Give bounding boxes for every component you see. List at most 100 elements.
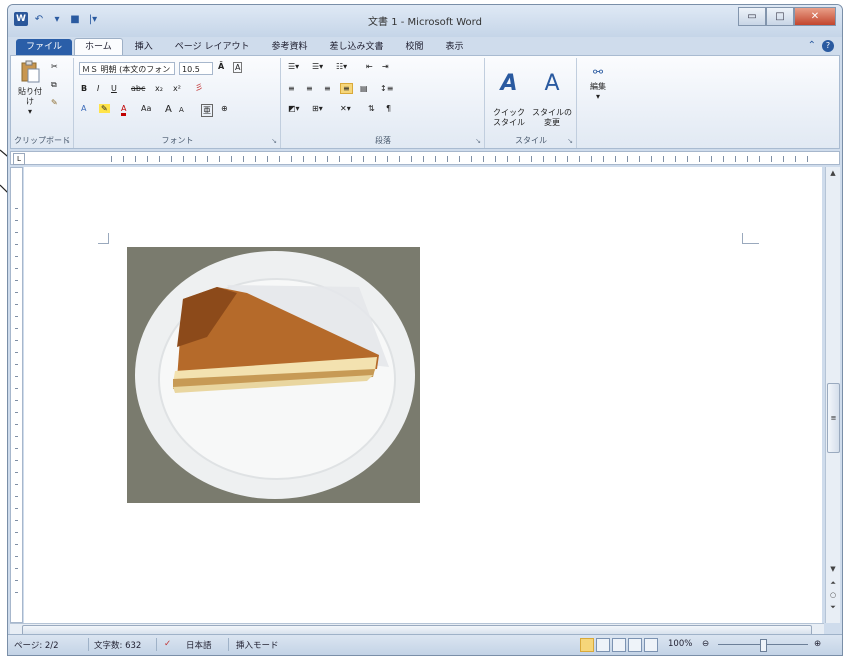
proofing-icon[interactable]: ✓	[164, 639, 171, 649]
prev-page-icon[interactable]: ⏶	[826, 579, 840, 588]
quick-styles-button[interactable]: A クイック スタイル	[488, 60, 530, 138]
quick-styles-icon: A	[500, 71, 518, 96]
scroll-up-icon[interactable]: ▲	[826, 169, 840, 177]
minimize-ribbon-icon[interactable]: ⌃	[808, 40, 816, 52]
font-name-combo[interactable]: ＭＳ 明朝 (本文のフォン	[79, 62, 175, 75]
copy-icon[interactable]: ⧉	[51, 80, 57, 90]
web-layout-view-icon[interactable]	[612, 638, 626, 652]
distribute-icon[interactable]: ▤	[360, 84, 368, 93]
vertical-scrollbar[interactable]: ▲ ≡ ▼ ⏶ ○ ⏷	[825, 167, 840, 623]
tab-file[interactable]: ファイル	[16, 39, 73, 55]
page-count[interactable]: ページ: 2/2	[14, 639, 59, 651]
word-count[interactable]: 文字数: 632	[94, 639, 141, 651]
styles-group-label: スタイル	[515, 136, 547, 145]
align-right-icon[interactable]: ≡	[324, 84, 331, 93]
minimize-button[interactable]: ▭	[738, 7, 766, 26]
vertical-scroll-thumb[interactable]: ≡	[827, 383, 840, 453]
zoom-level[interactable]: 100%	[668, 639, 692, 649]
ribbon: 貼り付け ▾ ✂ ⧉ ✎ クリップボード ↘ ＭＳ 明朝 (本文のフォン 10.…	[10, 55, 840, 149]
change-styles-button[interactable]: A スタイルの 変更	[530, 60, 574, 138]
ruler-ticks	[111, 156, 815, 162]
horizontal-ruler[interactable]: L	[10, 151, 840, 165]
ribbon-tabs: ファイル ホーム 挿入 ページ レイアウト 参考資料 差し込み文書 校閲 表示	[8, 37, 842, 55]
browse-object-icon[interactable]: ○	[826, 591, 840, 599]
borders-icon[interactable]: ⊞▾	[312, 104, 323, 113]
shrink-font-button[interactable]: A	[179, 106, 184, 114]
font-group-label: フォント	[161, 136, 194, 145]
cut-icon[interactable]: ✂	[51, 62, 58, 71]
help-icon[interactable]: ?	[822, 40, 834, 52]
align-center-icon[interactable]: ≡	[306, 84, 313, 93]
align-left-icon[interactable]: ≡	[288, 84, 295, 93]
line-spacing-icon[interactable]: ↕≡	[380, 84, 393, 93]
zoom-in-icon[interactable]: ⊕	[814, 639, 821, 649]
print-layout-view-icon[interactable]	[580, 638, 594, 652]
outline-view-icon[interactable]	[628, 638, 642, 652]
font-color-button[interactable]: A	[121, 104, 127, 116]
increase-indent-icon[interactable]: ⇥	[382, 62, 389, 71]
window-title: 文書 1 - Microsoft Word	[368, 17, 482, 28]
language-status[interactable]: 日本語	[186, 639, 212, 651]
bold-button[interactable]: B	[81, 84, 87, 93]
tab-review[interactable]: 校閲	[395, 39, 433, 55]
superscript-button[interactable]: x²	[173, 84, 181, 93]
sort-icon[interactable]: ⇅	[368, 104, 375, 113]
paste-button[interactable]: 貼り付け ▾	[15, 60, 45, 117]
status-separator	[156, 638, 157, 651]
text-effects-button[interactable]: A	[81, 104, 86, 113]
paragraph-launcher-icon[interactable]: ↘	[475, 137, 481, 145]
tab-view[interactable]: 表示	[436, 39, 474, 55]
tab-selector-icon[interactable]: L	[13, 153, 25, 165]
multilevel-list-icon[interactable]: ☷▾	[336, 62, 347, 71]
tab-references[interactable]: 参考資料	[261, 39, 317, 55]
char-border-icon[interactable]: A	[233, 62, 243, 73]
maximize-button[interactable]: □	[766, 7, 794, 26]
clear-format-icon[interactable]: 彡	[195, 82, 203, 93]
styles-launcher-icon[interactable]: ↘	[567, 137, 573, 145]
full-screen-view-icon[interactable]	[596, 638, 610, 652]
char-shading-icon[interactable]: 亜	[201, 104, 213, 117]
cheesecake-photo[interactable]	[127, 247, 420, 503]
font-launcher-icon[interactable]: ↘	[271, 137, 277, 145]
strikethrough-button[interactable]: abc	[131, 84, 145, 93]
ribbon-help-area: ⌃ ?	[808, 40, 834, 52]
subscript-button[interactable]: x₂	[155, 84, 163, 93]
document-page[interactable]	[24, 167, 822, 623]
justify-icon[interactable]: ≡	[340, 83, 353, 94]
change-case-button[interactable]: Aa	[141, 104, 151, 113]
zoom-out-icon[interactable]: ⊖	[702, 639, 709, 649]
insert-mode[interactable]: 挿入モード	[236, 639, 279, 651]
tab-mailings[interactable]: 差し込み文書	[319, 39, 393, 55]
decrease-indent-icon[interactable]: ⇤	[366, 62, 373, 71]
enclose-char-icon[interactable]: ⊕	[221, 104, 228, 113]
clipboard-launcher-icon[interactable]: ↘	[64, 137, 70, 145]
draft-view-icon[interactable]	[644, 638, 658, 652]
font-group: ＭＳ 明朝 (本文のフォン 10.5 Ā A B I U abc x₂ x² 彡…	[75, 58, 281, 148]
tab-insert[interactable]: 挿入	[125, 39, 163, 55]
bullets-icon[interactable]: ☰▾	[288, 62, 299, 71]
shading-icon[interactable]: ◩▾	[288, 104, 300, 113]
status-bar: ページ: 2/2 文字数: 632 ✓ 日本語 挿入モード 100% ⊖ ⊕	[8, 634, 842, 655]
asian-layout-icon[interactable]: ✕▾	[340, 104, 351, 113]
cheesecake-image	[127, 247, 420, 503]
paragraph-group: ☰▾ ☰▾ ☷▾ ⇤ ⇥ ≡ ≡ ≡ ≡ ▤ ↕≡ ◩▾ ⊞▾ ✕▾ ⇅ ¶ 段…	[282, 58, 485, 148]
scroll-down-icon[interactable]: ▼	[826, 565, 840, 573]
zoom-slider-thumb[interactable]	[760, 639, 767, 652]
italic-button[interactable]: I	[97, 84, 99, 93]
close-button[interactable]: ✕	[794, 7, 836, 26]
title-bar: W ↶ ▾ ■ |▾ 文書 1 - Microsoft Word ▭ □ ✕	[8, 5, 842, 37]
show-marks-icon[interactable]: ¶	[386, 104, 391, 113]
format-painter-icon[interactable]: ✎	[51, 98, 58, 107]
grow-font-icon[interactable]: Ā	[218, 62, 224, 71]
vertical-ruler[interactable]	[10, 167, 23, 623]
next-page-icon[interactable]: ⏷	[826, 603, 840, 612]
binoculars-icon: ⚯	[592, 65, 604, 79]
font-size-combo[interactable]: 10.5	[179, 62, 213, 75]
numbering-icon[interactable]: ☰▾	[312, 62, 323, 71]
tab-home[interactable]: ホーム	[74, 38, 123, 55]
editing-button[interactable]: ⚯ 編集 ▾	[582, 62, 614, 102]
grow-font-button[interactable]: A	[165, 104, 172, 115]
underline-button[interactable]: U	[111, 84, 117, 93]
highlight-icon[interactable]: ✎	[99, 104, 110, 113]
tab-page-layout[interactable]: ページ レイアウト	[165, 39, 260, 55]
